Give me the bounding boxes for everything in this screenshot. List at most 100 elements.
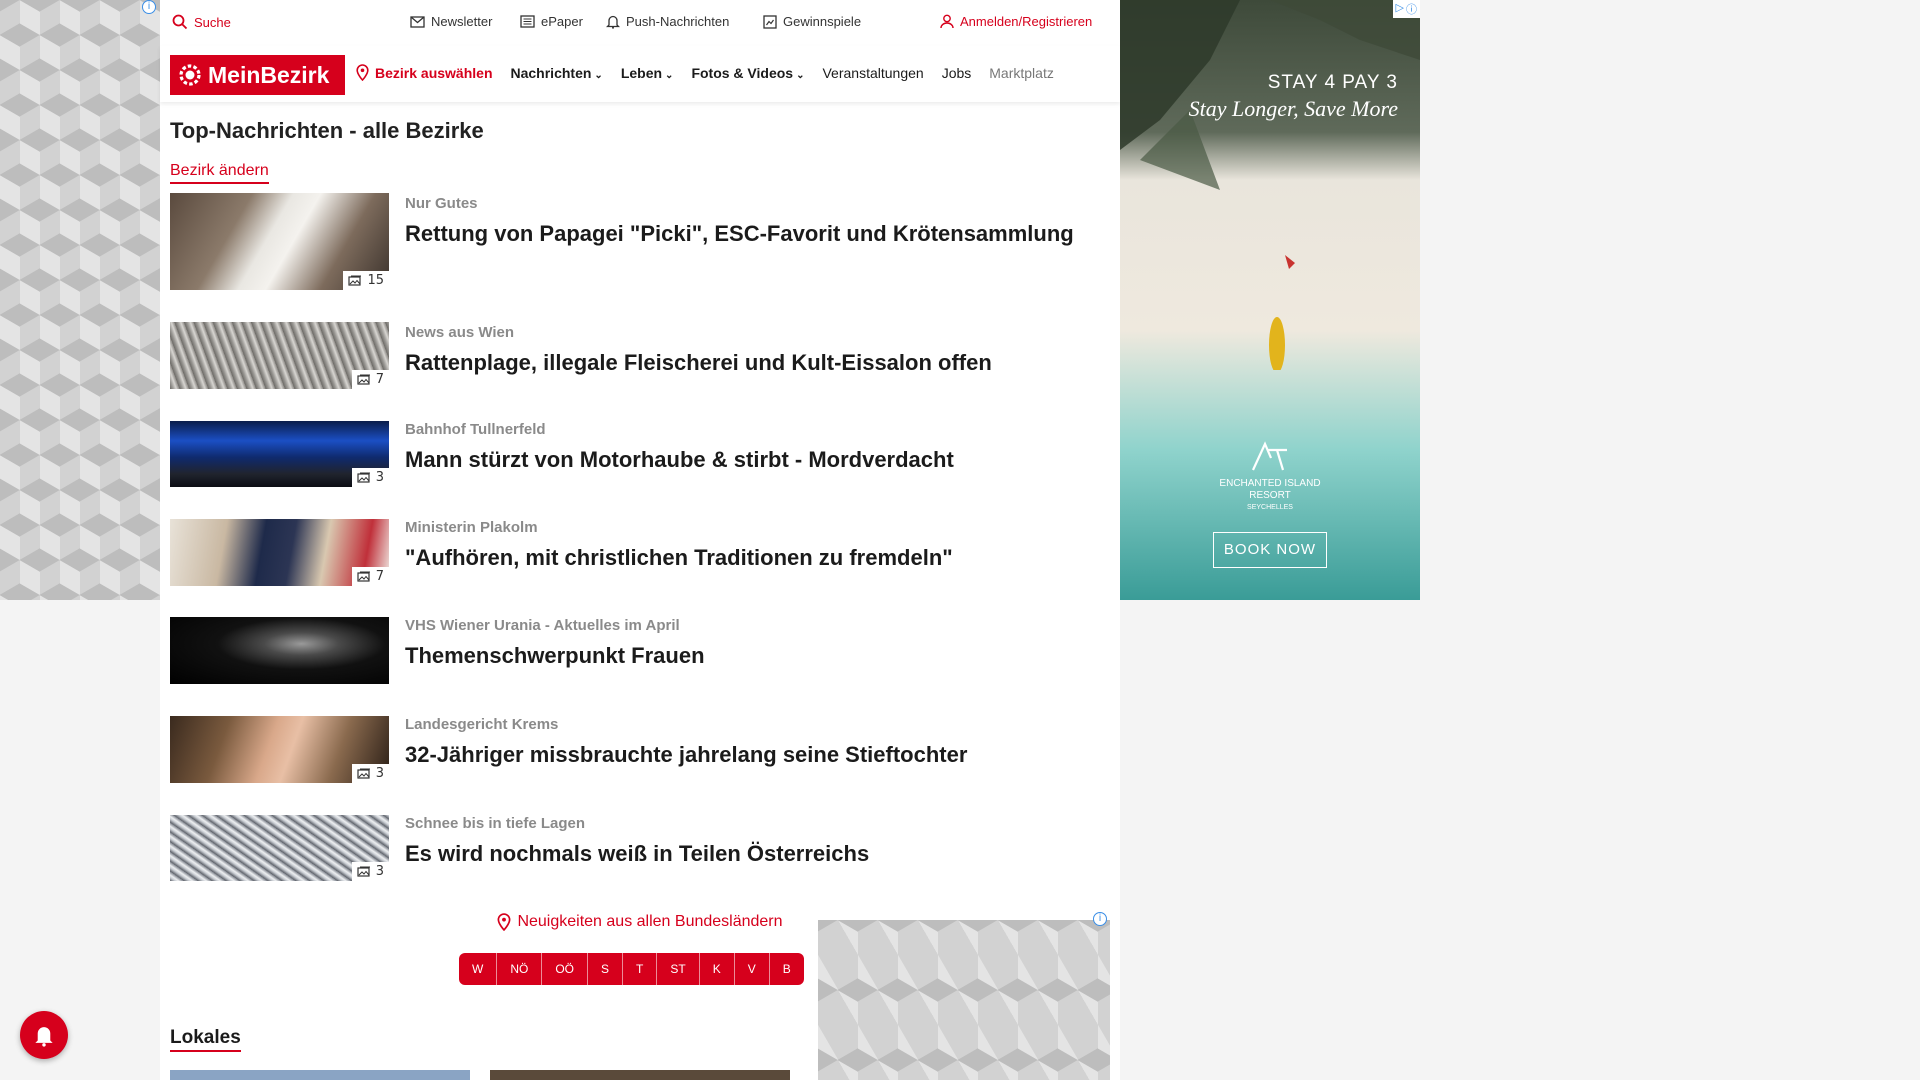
article-kicker: Schnee bis in tiefe Lagen (405, 815, 586, 832)
article-thumbnail[interactable]: 15 (170, 193, 389, 290)
gallery-icon (357, 768, 370, 779)
photo-count-badge: 3 (351, 468, 389, 487)
article-kicker: Landesgericht Krems (405, 716, 559, 733)
gallery-icon (357, 866, 370, 877)
ad-info-icon[interactable]: i (1093, 912, 1107, 926)
change-district-link[interactable]: Bezirk ändern (170, 162, 269, 184)
article-item[interactable]: 7 News aus Wien Rattenplage, illegale Fl… (170, 322, 1110, 422)
nav-item-leben[interactable]: Leben ⌄ (621, 65, 674, 81)
search-label: Suche (194, 14, 231, 30)
article-kicker: Ministerin Plakolm (405, 519, 538, 536)
games-link[interactable]: Gewinnspiele (763, 14, 861, 29)
page-title: Top-Nachrichten - alle Bezirke (170, 118, 484, 143)
resort-advertisement[interactable]: ▷ ⓘ STAY 4 PAY 3 Stay Longer, Save More E… (1120, 0, 1420, 600)
state-button-v[interactable]: V (735, 953, 770, 985)
ad-placeholder[interactable] (818, 920, 1110, 1080)
article-item[interactable]: 3 Bahnhof Tullnerfeld Mann stürzt von Mo… (170, 421, 1110, 521)
article-headline[interactable]: Rettung von Papagei "Picki", ESC-Favorit… (405, 219, 1105, 249)
ad-headline: STAY 4 PAY 3 (1267, 72, 1398, 93)
location-pin-icon (497, 913, 511, 931)
article-headline[interactable]: Es wird nochmals weiß in Teilen Österrei… (405, 839, 1105, 869)
gallery-icon (357, 472, 370, 483)
nav-item-label: Nachrichten (510, 64, 592, 81)
article-item[interactable]: 15 Nur Gutes Rettung von Papagei "Picki"… (170, 193, 1110, 293)
utility-bar: Suche Newsletter ePaper Push-Nachrichten… (160, 0, 1120, 46)
location-pin-icon (356, 64, 369, 81)
article-item[interactable]: 3 Landesgericht Krems 32-Jähriger missbr… (170, 716, 1110, 816)
nav-item-label: Leben (620, 64, 663, 81)
newsletter-label: Newsletter (431, 14, 493, 29)
newspaper-icon (520, 15, 535, 28)
nav-item-nachrichten[interactable]: Nachrichten ⌄ (511, 65, 603, 81)
article-kicker: Nur Gutes (405, 195, 478, 212)
article-headline[interactable]: Mann stürzt von Motorhaube & stirbt - Mo… (405, 445, 1105, 475)
photo-count: 7 (375, 569, 384, 584)
photo-count-badge: 7 (351, 567, 389, 586)
article-headline[interactable]: 32-Jähriger missbrauchte jahrelang seine… (405, 740, 1105, 770)
bell-icon (606, 15, 620, 29)
ad-brand-line3: SEYCHELLES (1247, 504, 1293, 511)
nav-item-jobs[interactable]: Jobs (942, 65, 972, 81)
nav-item-marktplatz[interactable]: Marktplatz (989, 65, 1054, 81)
all-states-label: Neuigkeiten aus allen Bundesländern (517, 913, 783, 930)
login-link[interactable]: Anmelden/Registrieren (940, 14, 1092, 29)
chevron-down-icon: ⌄ (665, 69, 674, 81)
article-thumbnail[interactable] (170, 617, 389, 684)
background-ad-pattern (0, 0, 160, 600)
article-thumbnail[interactable]: 3 (170, 421, 389, 487)
article-headline[interactable]: Themenschwerpunkt Frauen (405, 641, 1105, 671)
state-button-t[interactable]: T (623, 953, 658, 985)
state-button-b[interactable]: B (770, 953, 804, 985)
kayak-graphic (1269, 255, 1295, 370)
adchoices-icon[interactable]: ▷ ⓘ (1392, 0, 1420, 18)
state-button-k[interactable]: K (700, 953, 735, 985)
lokales-thumbnail[interactable] (490, 1070, 790, 1080)
login-label: Anmelden/Registrieren (960, 14, 1093, 29)
photo-count-badge: 3 (351, 862, 389, 881)
article-headline[interactable]: "Aufhören, mit christlichen Traditionen … (405, 543, 1105, 573)
photo-count-badge: 3 (351, 764, 389, 783)
gallery-icon (357, 571, 370, 582)
nav-item-veranstaltungen[interactable]: Veranstaltungen (822, 65, 923, 81)
article-item[interactable]: VHS Wiener Urania - Aktuelles im April T… (170, 617, 1110, 717)
user-icon (940, 14, 954, 29)
photo-count: 3 (375, 864, 384, 879)
logo-text: MeinBezirk (208, 61, 330, 88)
article-thumbnail[interactable]: 7 (170, 322, 389, 389)
gift-icon (763, 14, 777, 29)
newsletter-link[interactable]: Newsletter (410, 14, 492, 29)
state-selector: W NÖ OÖ S T ST K V B (459, 953, 804, 985)
article-thumbnail[interactable]: 3 (170, 716, 389, 783)
state-button-s[interactable]: S (588, 953, 624, 985)
search-link[interactable]: Suche (172, 14, 231, 30)
push-label: Push-Nachrichten (626, 14, 730, 29)
logo[interactable]: MeinBezirk (170, 55, 345, 95)
bell-icon (35, 1027, 53, 1047)
select-district-button[interactable]: Bezirk auswählen (356, 64, 493, 81)
state-button-ooe[interactable]: OÖ (542, 953, 588, 985)
chevron-down-icon: ⌄ (796, 69, 805, 81)
ad-tagline: Stay Longer, Save More (1188, 96, 1398, 121)
lokales-thumbnail[interactable] (170, 1070, 470, 1080)
article-thumbnail[interactable]: 7 (170, 519, 389, 586)
book-now-button[interactable]: BOOK NOW (1213, 532, 1327, 568)
search-icon (172, 14, 188, 30)
resort-logo-icon (1252, 441, 1287, 471)
article-thumbnail[interactable]: 3 (170, 815, 389, 881)
epaper-link[interactable]: ePaper (520, 14, 583, 29)
ad-info-icon[interactable]: i (142, 0, 156, 14)
article-kicker: Bahnhof Tullnerfeld (405, 421, 546, 438)
state-button-w[interactable]: W (459, 953, 498, 985)
state-button-noe[interactable]: NÖ (497, 953, 543, 985)
push-link[interactable]: Push-Nachrichten (606, 14, 729, 29)
article-item[interactable]: 3 Schnee bis in tiefe Lagen Es wird noch… (170, 815, 1110, 915)
article-kicker: VHS Wiener Urania - Aktuelles im April (405, 617, 680, 634)
logo-flower-icon (179, 64, 201, 86)
notification-bell-button[interactable] (20, 1011, 68, 1059)
state-button-st[interactable]: ST (657, 953, 700, 985)
article-item[interactable]: 7 Ministerin Plakolm "Aufhören, mit chri… (170, 519, 1110, 619)
nav-item-fotos-videos[interactable]: Fotos & Videos ⌄ (691, 65, 804, 81)
article-headline[interactable]: Rattenplage, illegale Fleischerei und Ku… (405, 348, 1105, 378)
main-navigation: MeinBezirk Bezirk auswählen Nachrichten ⌄… (160, 46, 1120, 102)
games-label: Gewinnspiele (783, 14, 862, 29)
